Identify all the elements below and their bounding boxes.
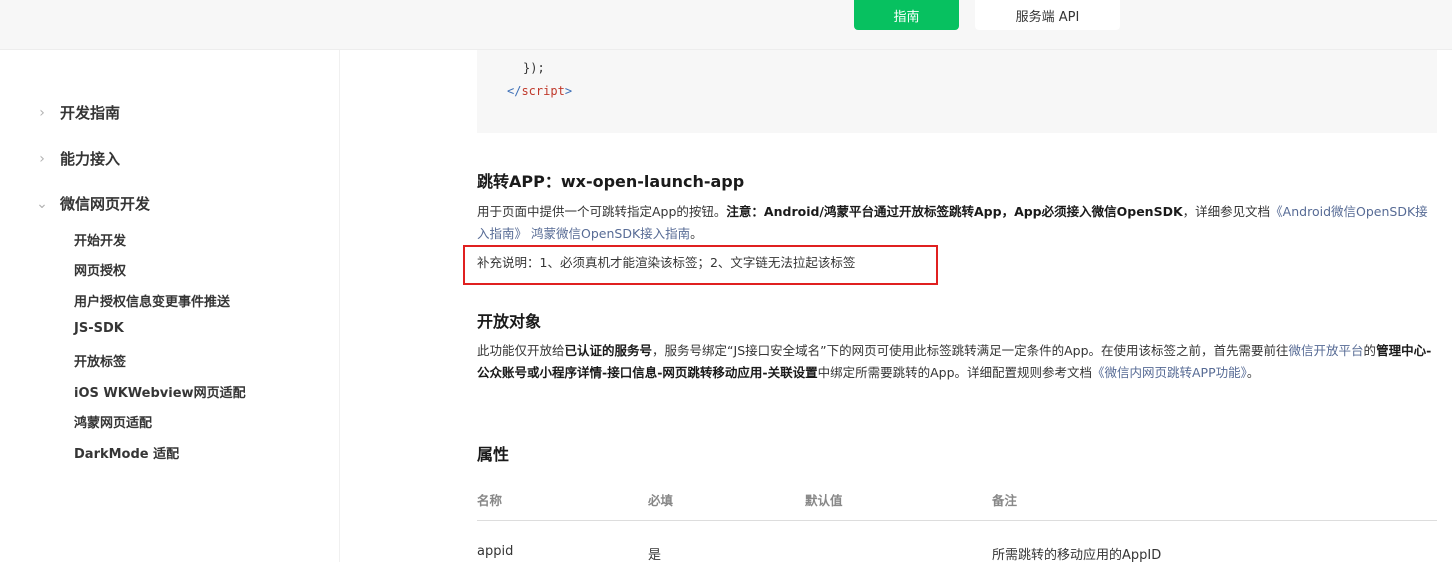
- section-open-target-text: 此功能仅开放给已认证的服务号，服务号绑定“JS接口安全域名”下的网页可使用此标签…: [477, 340, 1437, 384]
- section-title-open-target: 开放对象: [477, 312, 542, 331]
- wechat-open-platform-link[interactable]: 微信开放平台: [1289, 343, 1364, 358]
- web-jump-app-doc-link[interactable]: 《微信内网页跳转APP功能》: [1092, 365, 1247, 380]
- code-punct: >: [564, 84, 573, 98]
- sidebar-item-capability[interactable]: › 能力接入: [32, 148, 120, 169]
- sidebar-subitem-getting-started[interactable]: 开始开发: [74, 230, 126, 249]
- column-header-default: 默认值: [805, 493, 843, 508]
- sidebar-subitem-auth-change-event[interactable]: 用户授权信息变更事件推送: [74, 291, 230, 310]
- sidebar-item-label: 开发指南: [60, 104, 121, 122]
- sidebar-item-dev-guide[interactable]: › 开发指南: [32, 102, 120, 123]
- text: 的: [1363, 343, 1377, 358]
- text: 此功能仅开放给: [477, 343, 565, 358]
- table-divider: [477, 520, 1437, 521]
- text-bold: 已认证的服务号: [564, 343, 653, 358]
- text: 。: [1246, 365, 1260, 380]
- sidebar-subitem-darkmode[interactable]: DarkMode 适配: [74, 443, 179, 462]
- sidebar: › 开发指南 › 能力接入 ⌄ 微信网页开发 开始开发 网页授权 用户授权信息变…: [0, 50, 340, 562]
- desc-text: ，详细参见文档: [1182, 204, 1271, 219]
- column-header-note: 备注: [992, 493, 1018, 508]
- sidebar-item-wechat-web-dev[interactable]: ⌄ 微信网页开发: [32, 193, 150, 214]
- chevron-right-icon: ›: [39, 104, 45, 121]
- table-cell-name: appid: [477, 544, 514, 559]
- code-line: });: [523, 61, 545, 75]
- desc-text: 用于页面中提供一个可跳转指定App的按钮。: [477, 204, 727, 219]
- sidebar-subitem-ios-wkwebview[interactable]: iOS WKWebview网页适配: [74, 382, 246, 401]
- section-title-launch-app: 跳转APP：wx-open-launch-app: [477, 172, 745, 191]
- tab-guide[interactable]: 指南: [854, 0, 959, 30]
- column-header-name: 名称: [477, 493, 503, 508]
- section-description: 用于页面中提供一个可跳转指定App的按钮。注意：Android/鸿蒙平台通过开放…: [477, 201, 1437, 245]
- code-block: }); </script>: [477, 50, 1437, 133]
- code-punct: </: [507, 84, 522, 98]
- sidebar-subitem-web-auth[interactable]: 网页授权: [74, 260, 126, 279]
- sidebar-item-label: 微信网页开发: [60, 195, 151, 213]
- code-tag: script: [521, 84, 565, 98]
- sidebar-subitem-harmony[interactable]: 鸿蒙网页适配: [74, 412, 152, 431]
- code-line: </script>: [507, 84, 572, 98]
- sidebar-subitem-js-sdk[interactable]: JS-SDK: [74, 321, 124, 336]
- table-cell-required: 是: [648, 548, 662, 562]
- text: ，服务号绑定“JS接口安全域名”下的网页可使用此标签跳转满足一定条件的App。在…: [652, 343, 1289, 358]
- harmony-sdk-guide-link[interactable]: 鸿蒙微信OpenSDK接入指南: [531, 226, 690, 241]
- section-title-attributes: 属性: [477, 445, 510, 464]
- chevron-right-icon: ›: [39, 150, 45, 167]
- top-bar: 指南 服务端 API: [0, 0, 1452, 50]
- chevron-down-icon: ⌄: [36, 195, 48, 212]
- desc-text: 。: [690, 226, 703, 241]
- column-header-required: 必填: [648, 493, 674, 508]
- tab-server-api[interactable]: 服务端 API: [975, 0, 1120, 30]
- sidebar-subitem-open-tags[interactable]: 开放标签: [74, 351, 126, 370]
- highlight-box: [463, 245, 938, 285]
- text: 中绑定所需要跳转的App。详细配置规则参考文档: [817, 365, 1092, 380]
- table-cell-note: 所需跳转的移动应用的AppID: [992, 548, 1162, 562]
- sidebar-item-label: 能力接入: [60, 150, 121, 168]
- desc-note-bold: 注意：Android/鸿蒙平台通过开放标签跳转App，App必须接入微信Open…: [726, 204, 1183, 219]
